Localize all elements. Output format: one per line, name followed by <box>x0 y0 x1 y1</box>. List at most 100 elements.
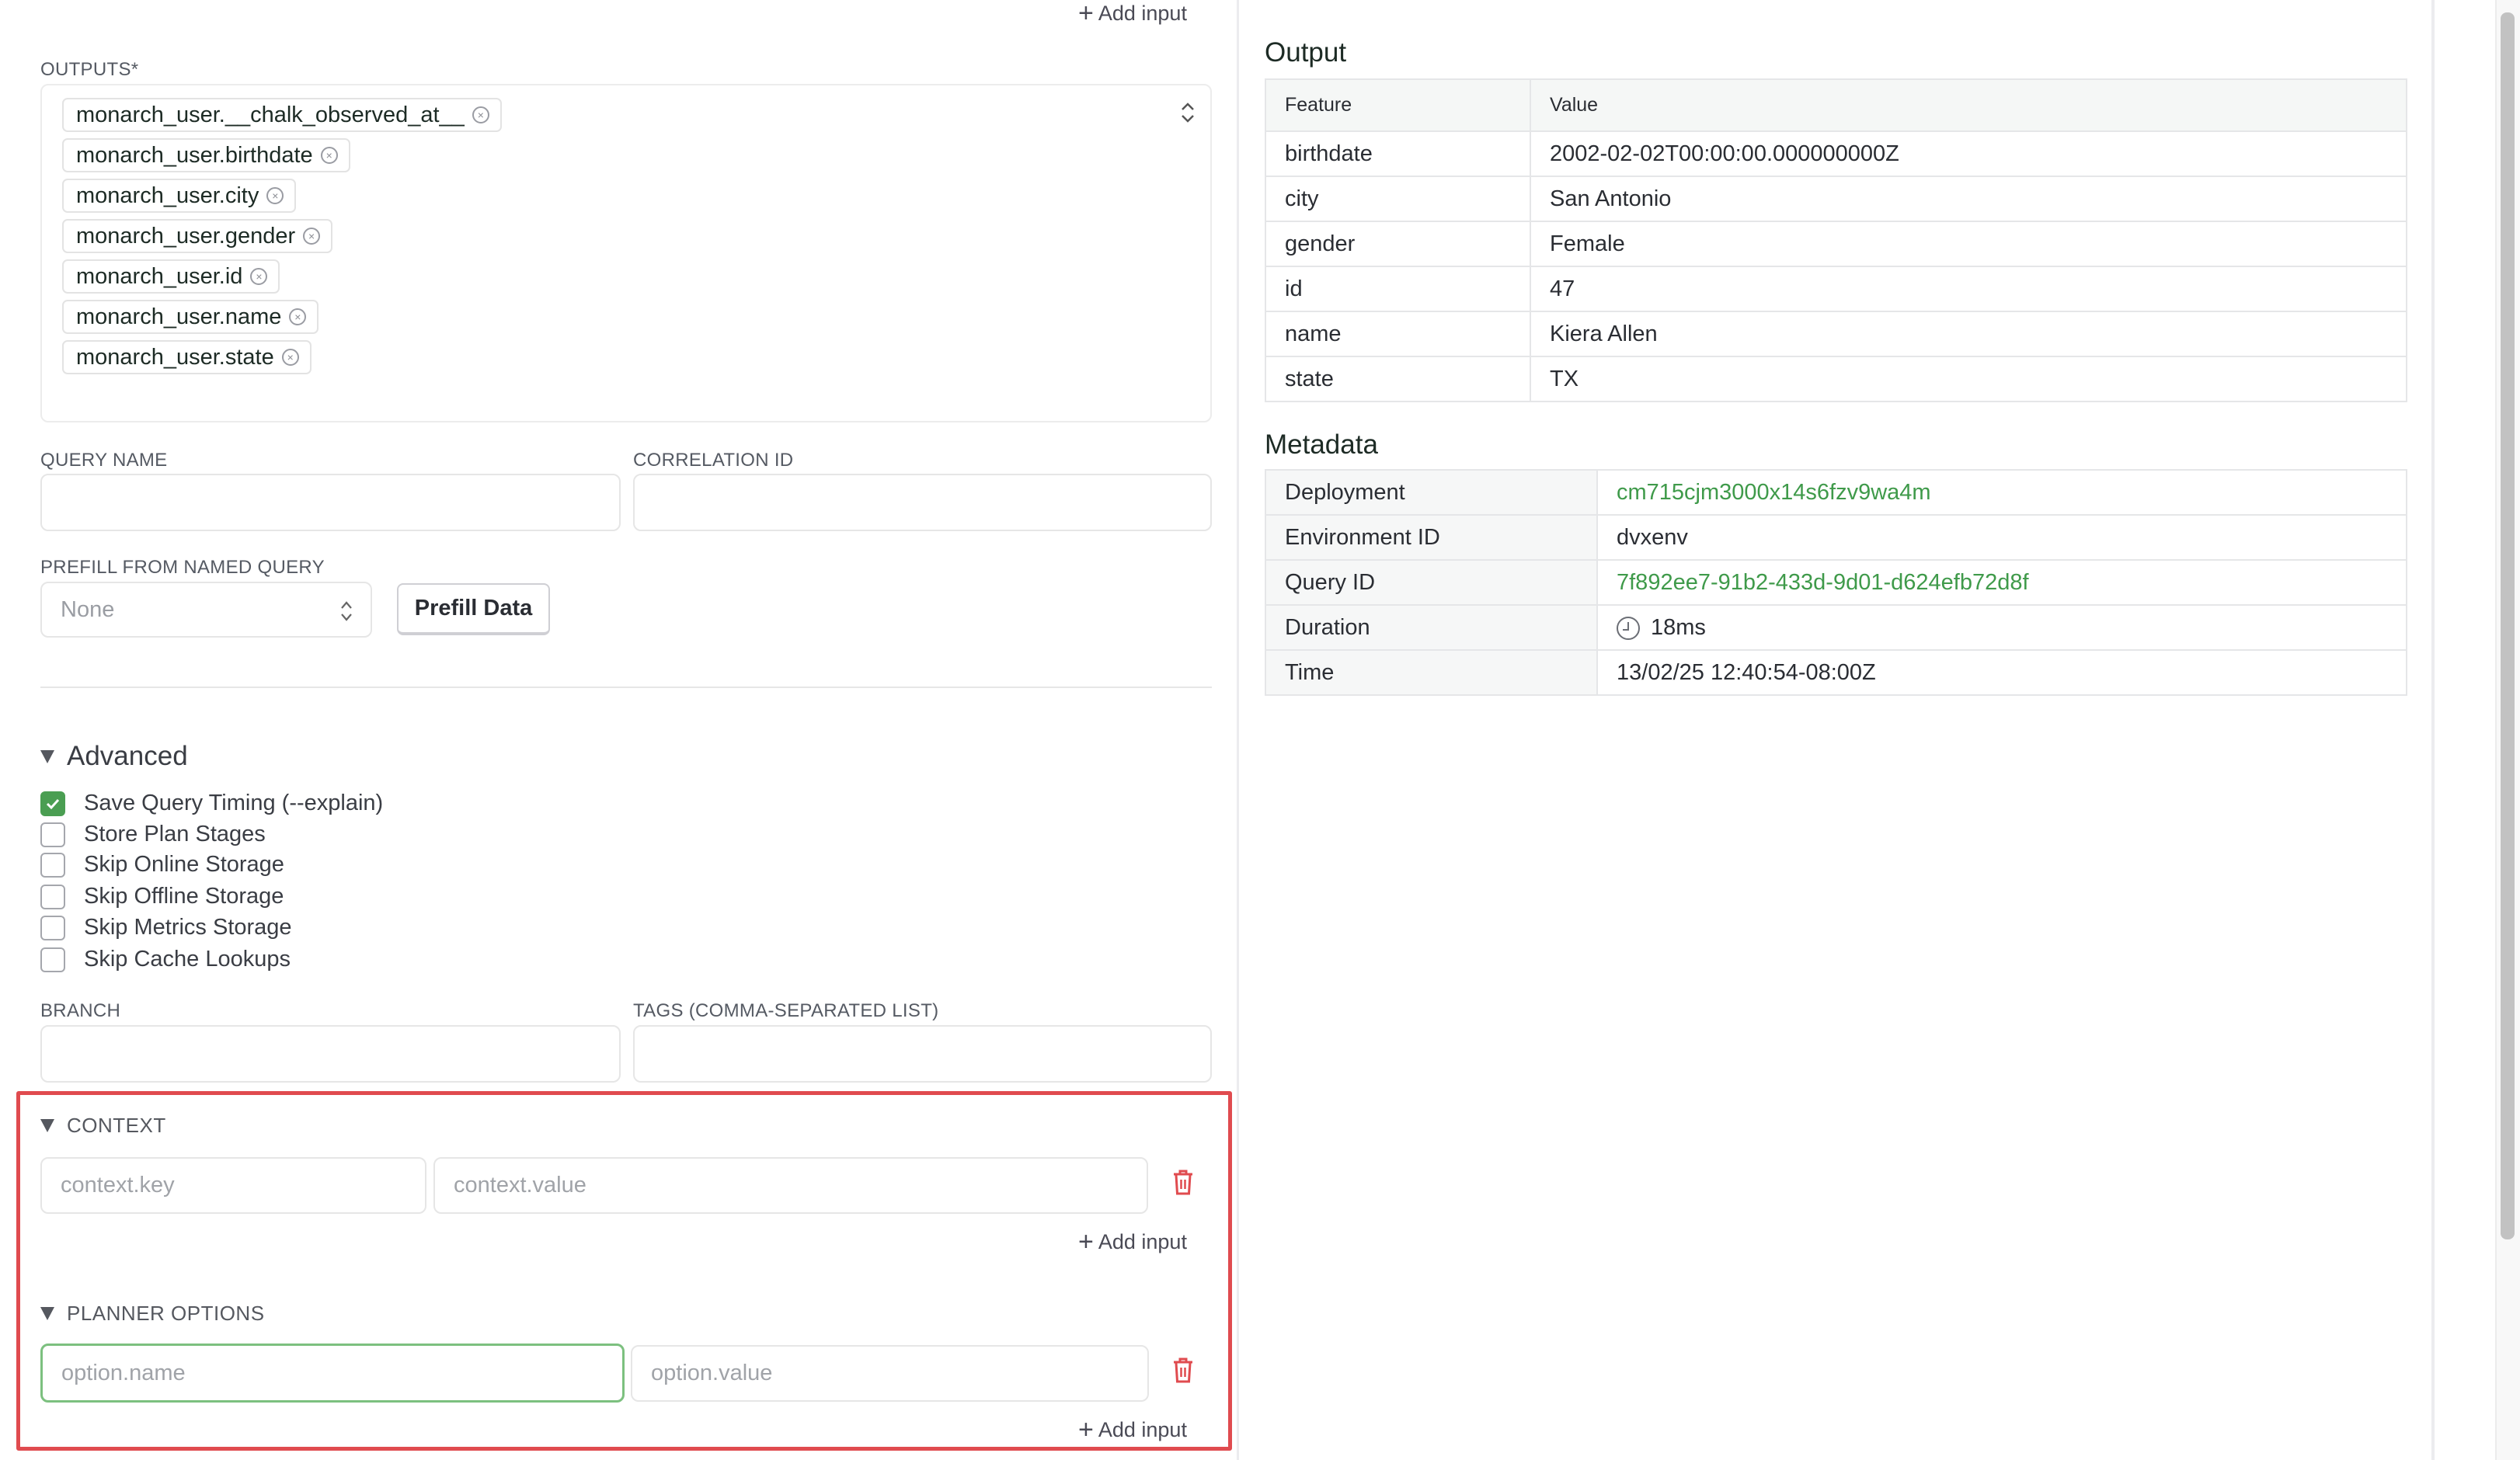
trash-icon[interactable] <box>1171 1168 1195 1196</box>
metadata-value[interactable]: 7f892ee7-91b2-433d-9d01-d624efb72d8f <box>1596 559 2407 606</box>
outputs-label: OUTPUTS* <box>40 59 139 80</box>
remove-chip-icon[interactable]: × <box>289 308 307 325</box>
chip-label: monarch_user.name <box>76 304 282 329</box>
planner-options-title: PLANNER OPTIONS <box>67 1302 265 1325</box>
query-name-input[interactable] <box>40 474 621 531</box>
advanced-option[interactable]: Skip Offline Storage <box>40 884 284 909</box>
metadata-row: Environment ID dvxenv <box>1265 514 2407 561</box>
value-cell: Kiera Allen <box>1530 311 2407 357</box>
metadata-row: Duration 18ms <box>1265 604 2407 651</box>
chevron-updown-icon[interactable] <box>1179 99 1196 126</box>
branch-input[interactable] <box>40 1025 621 1083</box>
feature-cell: gender <box>1265 221 1531 267</box>
metadata-value-text: 18ms <box>1651 614 1706 640</box>
remove-chip-icon[interactable]: × <box>303 228 321 245</box>
right-panel-border <box>2431 0 2435 1460</box>
tags-input[interactable] <box>633 1025 1212 1083</box>
trash-icon[interactable] <box>1171 1356 1195 1384</box>
panel-divider[interactable] <box>1237 0 1239 1460</box>
add-input-label: Add input <box>1098 1417 1187 1441</box>
feature-cell: birthdate <box>1265 130 1531 177</box>
check-icon <box>46 798 60 809</box>
section-divider <box>40 687 1212 688</box>
option-label: Skip Offline Storage <box>84 884 284 909</box>
value-cell: San Antonio <box>1530 176 2407 222</box>
chip-label: monarch_user.birthdate <box>76 142 313 168</box>
metadata-key: Time <box>1265 649 1598 696</box>
remove-chip-icon[interactable]: × <box>266 187 284 204</box>
checkbox[interactable] <box>40 852 65 878</box>
metadata-value[interactable]: cm715cjm3000x14s6fzv9wa4m <box>1596 469 2407 516</box>
metadata-value-text: dvxenv <box>1617 524 1688 550</box>
feature-cell: name <box>1265 311 1531 357</box>
metadata-link[interactable]: 7f892ee7-91b2-433d-9d01-d624efb72d8f <box>1617 570 2029 595</box>
clock-icon <box>1617 616 1640 640</box>
output-chip[interactable]: monarch_user.birthdate × <box>62 138 350 172</box>
advanced-option[interactable]: Skip Online Storage <box>40 852 284 878</box>
advanced-option[interactable]: Skip Cache Lookups <box>40 947 291 972</box>
checkbox[interactable] <box>40 947 65 972</box>
output-chip[interactable]: monarch_user.id × <box>62 259 280 294</box>
context-title: CONTEXT <box>67 1114 166 1137</box>
outputs-multiselect[interactable]: monarch_user.__chalk_observed_at__ × monar… <box>40 84 1212 422</box>
remove-chip-icon[interactable]: × <box>472 106 489 123</box>
chip-label: monarch_user.city <box>76 182 259 208</box>
checkbox[interactable] <box>40 791 65 816</box>
metadata-link[interactable]: cm715cjm3000x14s6fzv9wa4m <box>1617 480 1931 505</box>
checkbox[interactable] <box>40 915 65 940</box>
metadata-title: Metadata <box>1265 429 1378 460</box>
advanced-option[interactable]: Save Query Timing (--explain) <box>40 791 383 816</box>
option-label: Skip Online Storage <box>84 852 284 877</box>
output-chip[interactable]: monarch_user.state × <box>62 340 312 374</box>
advanced-toggle[interactable]: Advanced <box>40 741 188 772</box>
context-toggle[interactable]: CONTEXT <box>40 1114 166 1138</box>
metadata-value: 18ms <box>1596 604 2407 651</box>
add-input-button-top[interactable]: + Add input <box>1078 0 1187 26</box>
tags-label: TAGS (COMMA-SEPARATED LIST) <box>633 1000 939 1021</box>
output-chip[interactable]: monarch_user.name × <box>62 300 319 334</box>
query-form-panel: + Add input OUTPUTS* monarch_user.__chal… <box>0 0 1237 1460</box>
output-table-header: Feature Value <box>1265 78 2407 132</box>
planner-add-input-button[interactable]: + Add input <box>1078 1417 1187 1443</box>
metadata-row: Query ID 7f892ee7-91b2-433d-9d01-d624efb7… <box>1265 559 2407 606</box>
triangle-down-icon <box>40 1307 54 1320</box>
chevron-updown-icon <box>341 601 352 621</box>
table-row: state TX <box>1265 356 2407 402</box>
output-chip[interactable]: monarch_user.__chalk_observed_at__ × <box>62 98 502 132</box>
remove-chip-icon[interactable]: × <box>250 268 268 285</box>
context-key-input[interactable] <box>40 1157 426 1214</box>
option-name-input[interactable] <box>40 1344 625 1403</box>
context-add-input-button[interactable]: + Add input <box>1078 1229 1187 1255</box>
column-header-value: Value <box>1530 78 2407 132</box>
correlation-id-label: CORRELATION ID <box>633 450 794 471</box>
table-row: id 47 <box>1265 266 2407 312</box>
scrollbar-thumb[interactable] <box>2501 12 2515 1239</box>
planner-options-toggle[interactable]: PLANNER OPTIONS <box>40 1302 265 1326</box>
remove-chip-icon[interactable]: × <box>281 349 299 366</box>
remove-chip-icon[interactable]: × <box>320 147 338 164</box>
column-header-feature: Feature <box>1265 78 1531 132</box>
chip-label: monarch_user.gender <box>76 223 296 249</box>
output-chip[interactable]: monarch_user.gender × <box>62 219 333 253</box>
output-chip[interactable]: monarch_user.city × <box>62 179 297 213</box>
value-cell: 47 <box>1530 266 2407 312</box>
metadata-value: 13/02/25 12:40:54-08:00Z <box>1596 649 2407 696</box>
option-value-input[interactable] <box>631 1345 1149 1402</box>
metadata-key: Query ID <box>1265 559 1598 606</box>
output-chip-list: monarch_user.__chalk_observed_at__ × monar… <box>62 98 502 374</box>
feature-cell: state <box>1265 356 1531 402</box>
advanced-option[interactable]: Store Plan Stages <box>40 822 266 847</box>
checkbox[interactable] <box>40 884 65 909</box>
feature-cell: city <box>1265 176 1531 222</box>
value-cell: TX <box>1530 356 2407 402</box>
chip-label: monarch_user.__chalk_observed_at__ <box>76 102 465 127</box>
plus-icon: + <box>1078 1227 1094 1257</box>
advanced-option[interactable]: Skip Metrics Storage <box>40 915 292 940</box>
correlation-id-input[interactable] <box>633 474 1212 531</box>
advanced-title: Advanced <box>67 741 188 771</box>
prefill-select[interactable]: None <box>40 582 372 638</box>
context-value-input[interactable] <box>433 1157 1148 1214</box>
checkbox[interactable] <box>40 822 65 847</box>
output-title: Output <box>1265 37 1347 68</box>
prefill-data-button[interactable]: Prefill Data <box>397 583 550 635</box>
